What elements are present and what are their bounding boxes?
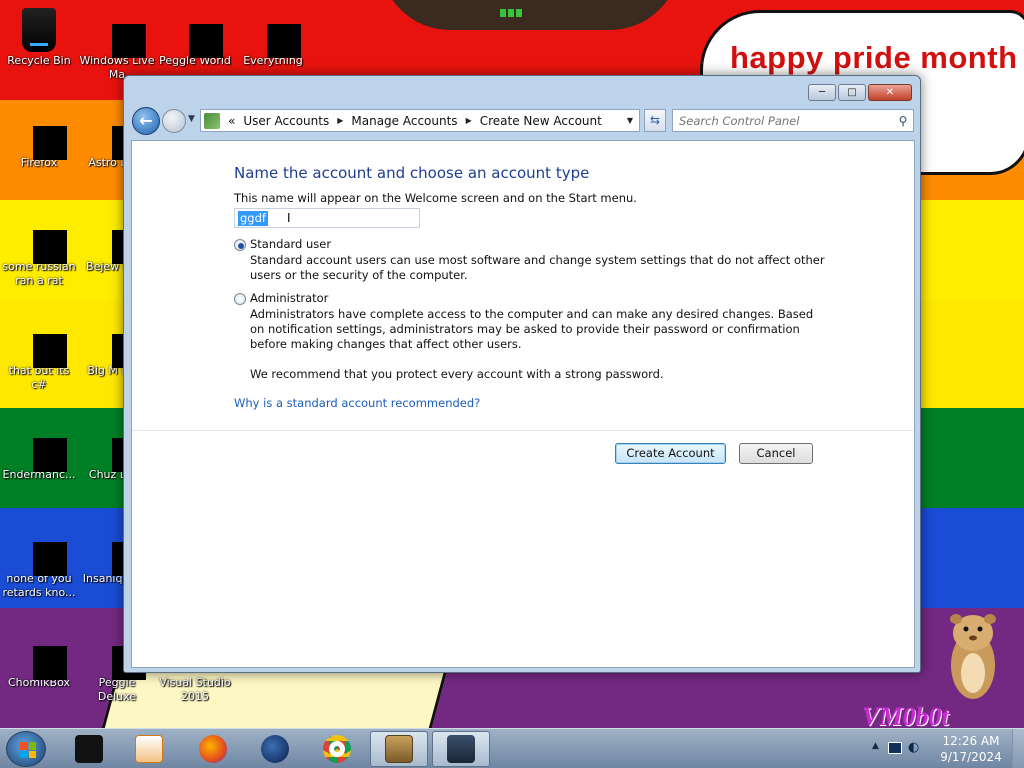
desktop-icon-windows-live[interactable]: Windows Live Ma [78, 10, 156, 82]
firefox-icon [19, 112, 67, 160]
taskbar-chomikbox[interactable] [370, 731, 428, 767]
chrome-icon [323, 735, 351, 763]
account-name-selected-text: ggdf [238, 211, 268, 226]
forward-button[interactable] [162, 109, 186, 133]
breadcrumb-separator-icon[interactable]: ▶ [337, 116, 343, 125]
content-pane: Name the account and choose an account t… [131, 140, 915, 668]
hamster-image [950, 614, 996, 699]
administrator-label[interactable]: Administrator [250, 291, 328, 305]
standard-user-description: Standard account users can use most soft… [250, 253, 825, 282]
taskbar: ▲ ◐ 12:26 AM 9/17/2024 [0, 728, 1024, 768]
create-account-button[interactable]: Create Account [615, 443, 726, 464]
search-icon[interactable]: ⚲ [893, 114, 913, 128]
desktop-icon-firefox[interactable]: Firefox [0, 112, 78, 170]
recent-pages-button[interactable]: ▼ [188, 114, 195, 124]
desktop-icon-label: Peggle Deluxe [97, 676, 137, 703]
endermanch-icon [19, 424, 67, 472]
firefox-icon [199, 735, 227, 763]
desktop-icon-recycle-bin[interactable]: Recycle Bin [0, 8, 78, 68]
desktop-icon-everything[interactable]: Everything [234, 10, 312, 68]
banner-text: happy pride month [730, 40, 1018, 75]
desktop-icon-none-of-you[interactable]: none of you retards kno... [0, 528, 78, 600]
taskbar-media-player[interactable] [120, 731, 178, 767]
breadcrumb-separator-icon[interactable]: ▶ [466, 116, 472, 125]
clock-date[interactable]: 9/17/2024 [934, 750, 1008, 764]
desktop-icon-peggle-world[interactable]: Peggle World [156, 10, 234, 68]
clock-time[interactable]: 12:26 AM [934, 734, 1008, 748]
divider [132, 430, 914, 431]
maximize-button[interactable]: □ [838, 84, 866, 101]
desktop-icon-endermanch[interactable]: Endermanc... [0, 424, 78, 482]
taskbar-firefox[interactable] [184, 731, 242, 767]
desktop-icon-label: Recycle Bin [7, 54, 71, 67]
russian-rat-icon [19, 216, 67, 264]
breadcrumb-user-accounts[interactable]: User Accounts [243, 114, 329, 128]
refresh-icon: ⇆ [649, 113, 661, 127]
minimize-button[interactable]: ─ [808, 84, 836, 101]
navigation-bar: ← ▼ « User Accounts ▶ Manage Accounts ▶ … [130, 106, 916, 136]
administrator-radio[interactable] [234, 293, 246, 305]
desktop-icon-label: that but its c# [8, 364, 70, 391]
close-button[interactable]: ✕ [868, 84, 912, 101]
taskbar-chrome[interactable] [308, 731, 366, 767]
notification-area: ▲ ◐ 12:26 AM 9/17/2024 [864, 729, 1024, 768]
taskbar-control-panel[interactable] [432, 731, 490, 767]
why-standard-account-link[interactable]: Why is a standard account recommended? [234, 396, 480, 410]
start-button[interactable] [6, 731, 46, 767]
address-bar[interactable]: « User Accounts ▶ Manage Accounts ▶ Crea… [200, 109, 640, 132]
breadcrumb-manage-accounts[interactable]: Manage Accounts [351, 114, 457, 128]
page-title: Name the account and choose an account t… [234, 164, 590, 182]
recycle-bin-icon [22, 8, 56, 52]
wallpaper-ufo-lights [500, 6, 526, 17]
desktop-icon-csharp[interactable]: that but its c# [0, 320, 78, 392]
media-player-icon [135, 735, 163, 763]
windows-logo-icon [20, 742, 36, 758]
chomikbox-icon [385, 735, 413, 763]
breadcrumb-create-new-account[interactable]: Create New Account [480, 114, 602, 128]
taskbar-globe[interactable] [246, 731, 304, 767]
show-hidden-icons-icon[interactable]: ▲ [872, 741, 879, 751]
caption-buttons: ─ □ ✕ [806, 84, 912, 102]
desktop-icon-chomikbox[interactable]: ChomikBox [0, 632, 78, 690]
password-recommendation: We recommend that you protect every acco… [250, 367, 664, 381]
csharp-icon [19, 320, 67, 368]
show-desktop-button[interactable] [1012, 729, 1024, 768]
refresh-button[interactable]: ⇆ [644, 109, 666, 132]
cancel-button[interactable]: Cancel [739, 443, 813, 464]
administrator-description: Administrators have complete access to t… [250, 307, 814, 351]
none-of-you-icon [19, 528, 67, 576]
window-titlebar[interactable]: ─ □ ✕ [124, 76, 920, 106]
standard-user-label[interactable]: Standard user [250, 237, 331, 251]
breadcrumb-overflow[interactable]: « [228, 114, 235, 128]
volume-icon[interactable]: ◐ [908, 740, 919, 755]
windows-live-icon [97, 10, 146, 58]
taskbar-black-app[interactable] [60, 731, 118, 767]
desktop-icon-label: none of you retards kno... [2, 572, 76, 599]
control-panel-icon [447, 735, 475, 763]
back-arrow-icon: ← [139, 111, 153, 130]
back-button[interactable]: ← [132, 107, 160, 135]
address-dropdown-icon[interactable]: ▼ [621, 116, 639, 125]
search-box[interactable]: ⚲ [672, 109, 914, 132]
globe-icon [261, 735, 289, 763]
search-input[interactable] [673, 110, 893, 131]
chomikbox-icon [19, 632, 67, 680]
everything-icon [253, 10, 301, 58]
peggle-world-icon [175, 10, 223, 58]
standard-user-radio[interactable] [234, 239, 246, 251]
desktop-icon-label: some russian ran a rat [2, 260, 76, 287]
name-description: This name will appear on the Welcome scr… [234, 191, 637, 205]
network-icon[interactable] [888, 742, 902, 754]
black-app-icon [75, 735, 103, 763]
control-panel-icon [204, 112, 220, 129]
desktop-icon-russian-rat[interactable]: some russian ran a rat [0, 216, 78, 288]
control-panel-window: ─ □ ✕ ← ▼ « User Accounts ▶ Manage Accou… [123, 75, 921, 673]
desktop-icon-label: Visual Studio 2015 [159, 676, 231, 703]
watermark-text: VM0b0t [862, 702, 949, 728]
text-cursor-icon: I [287, 211, 291, 225]
